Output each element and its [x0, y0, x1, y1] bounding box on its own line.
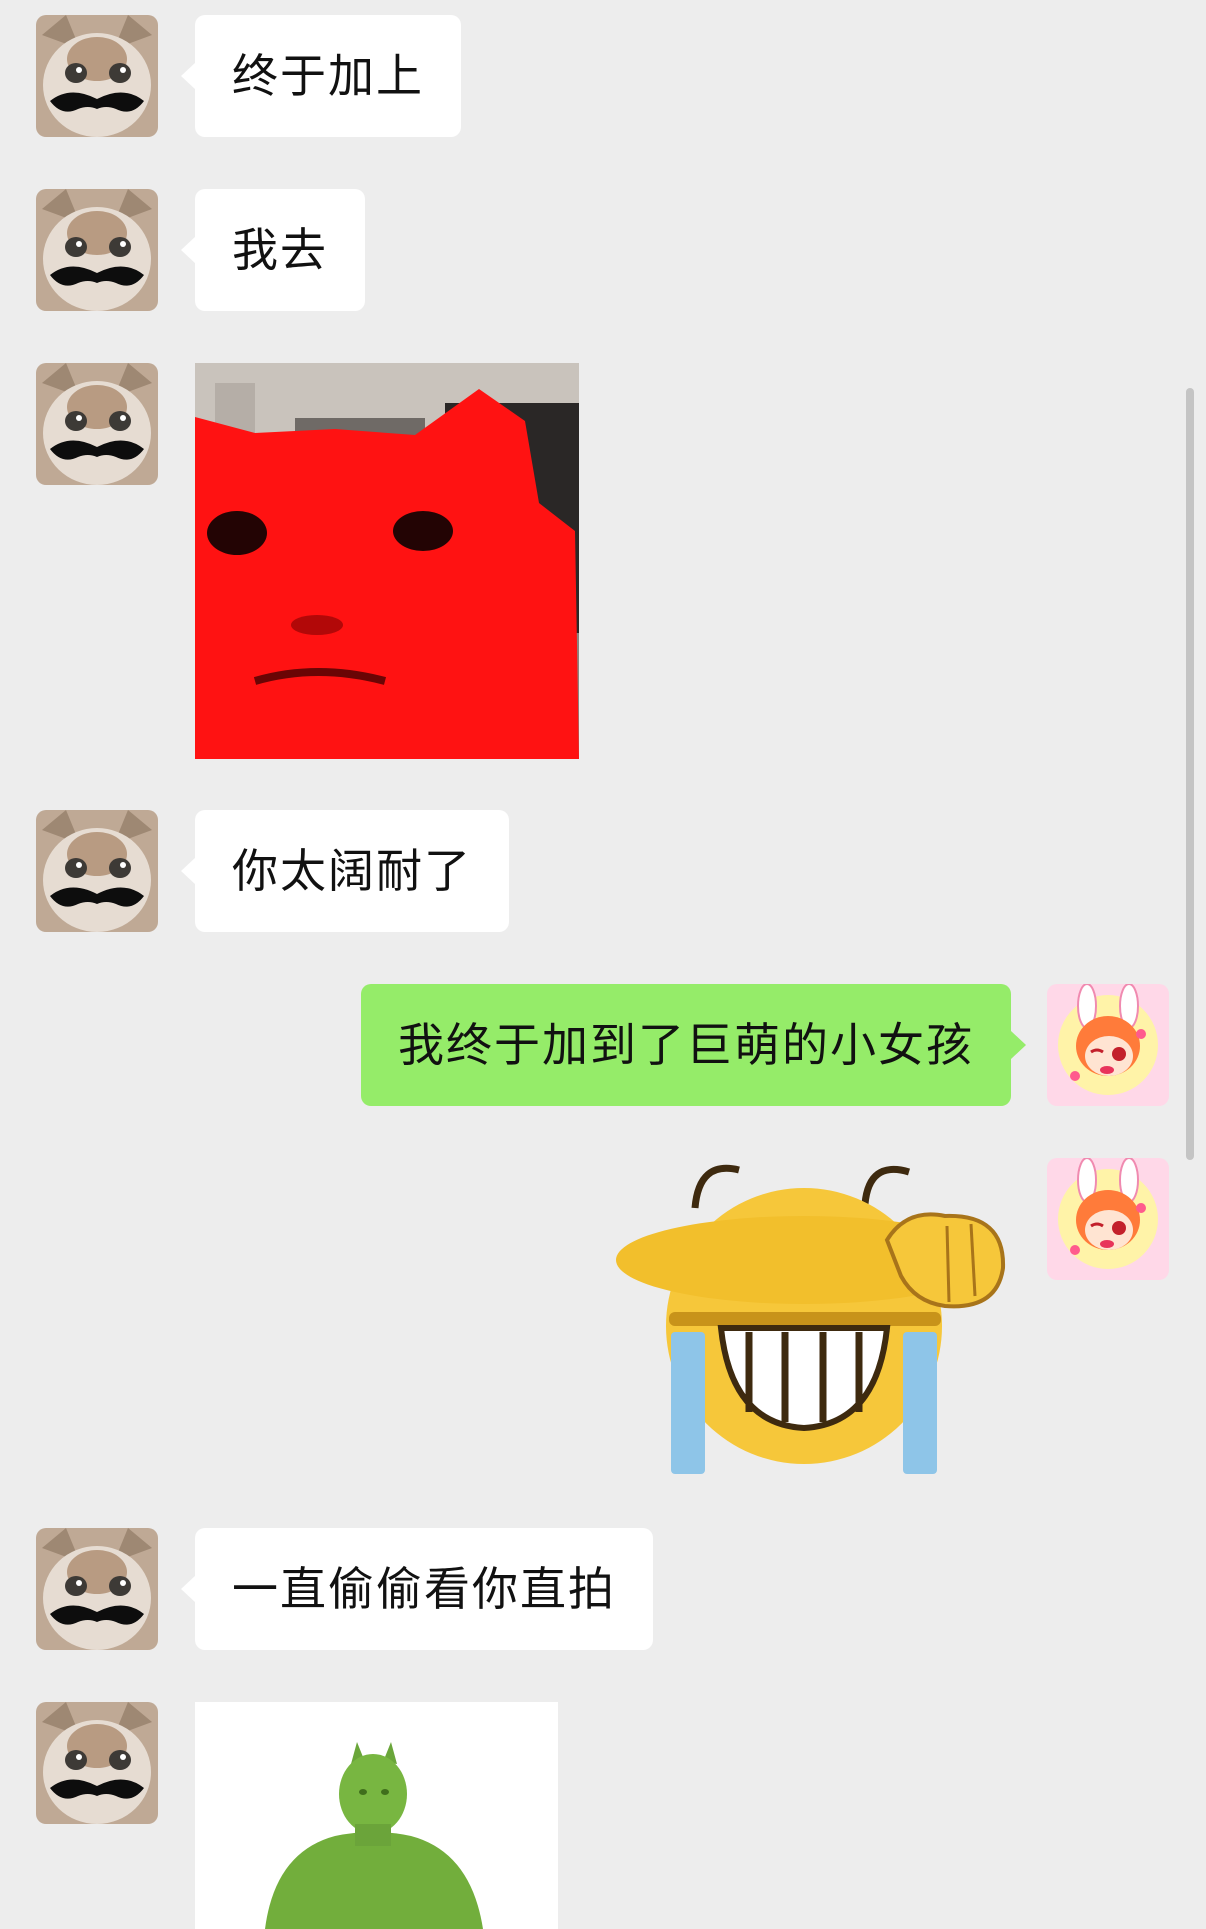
message-text: 我终于加到了巨萌的小女孩 [398, 1018, 974, 1072]
scrollbar[interactable] [1186, 388, 1194, 1160]
message-bubble[interactable]: 你太阔耐了 [181, 810, 509, 932]
contact-avatar[interactable] [36, 15, 158, 137]
anime-bunny-girl-icon [1047, 1158, 1169, 1280]
my-avatar[interactable] [1047, 984, 1169, 1106]
green-figure-sticker[interactable] [195, 1702, 558, 1929]
message-text: 你太阔耐了 [232, 844, 472, 898]
cat-with-mustache-icon [36, 810, 158, 932]
message-text: 我去 [232, 223, 328, 277]
anime-bunny-girl-icon [1047, 984, 1169, 1106]
message-text: 终于加上 [232, 49, 424, 103]
green-figure-icon [195, 1702, 558, 1929]
cat-with-mustache-icon [36, 1702, 158, 1824]
message-bubble[interactable]: 一直偷偷看你直拍 [181, 1528, 653, 1650]
contact-avatar[interactable] [36, 810, 158, 932]
cat-with-mustache-icon [36, 1528, 158, 1650]
message-text: 一直偷偷看你直拍 [232, 1562, 616, 1616]
contact-avatar[interactable] [36, 189, 158, 311]
crying-laughing-emoji-sticker[interactable] [615, 1156, 1013, 1476]
crying-laughing-emoji-icon [616, 1164, 1006, 1474]
contact-avatar[interactable] [36, 1702, 158, 1824]
cat-with-mustache-icon [36, 189, 158, 311]
message-bubble-outgoing[interactable]: 我终于加到了巨萌的小女孩 [361, 984, 1026, 1106]
message-bubble[interactable]: 我去 [181, 189, 365, 311]
cat-with-mustache-icon [36, 363, 158, 485]
chat-window: 终于加上 我去 你太阔耐了 我终于加到了巨萌的小女孩 一直偷偷看你直拍 [0, 0, 1206, 1929]
message-bubble[interactable]: 终于加上 [181, 15, 461, 137]
my-avatar[interactable] [1047, 1158, 1169, 1280]
cat-with-mustache-icon [36, 15, 158, 137]
red-cat-sticker[interactable] [195, 363, 579, 759]
red-cat-icon [195, 363, 579, 759]
contact-avatar[interactable] [36, 1528, 158, 1650]
contact-avatar[interactable] [36, 363, 158, 485]
